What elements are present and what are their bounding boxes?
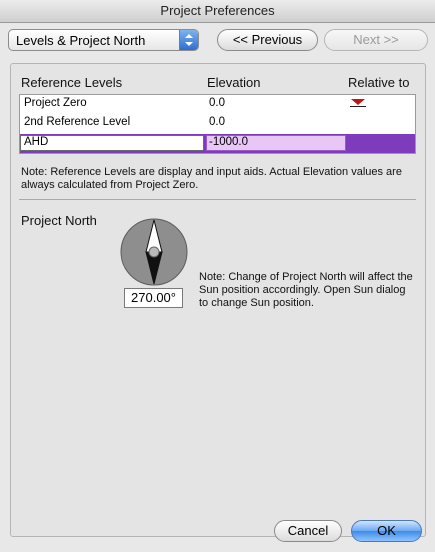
triangle-underline (350, 106, 366, 107)
cancel-button[interactable]: Cancel (274, 520, 342, 542)
section-popup-label: Levels & Project North (16, 33, 146, 48)
project-north-note: Note: Change of Project North will affec… (199, 271, 413, 309)
window-title: Project Preferences (0, 0, 435, 23)
compass-icon[interactable] (119, 217, 189, 287)
level-name: 2nd Reference Level (24, 116, 131, 128)
divider (19, 199, 416, 200)
down-triangle-icon[interactable] (351, 99, 365, 105)
level-name-field[interactable]: AHD (20, 135, 204, 151)
elevation-header: Elevation (207, 75, 261, 90)
project-north-label: Project North (21, 213, 97, 228)
reference-levels-note: Note: Reference Levels are display and i… (21, 166, 402, 191)
previous-button[interactable]: << Previous (217, 29, 318, 51)
level-elevation: 0.0 (209, 116, 225, 128)
relative-to-header: Relative to (348, 75, 410, 90)
level-elevation: -1000.0 (209, 136, 249, 148)
table-row-selected[interactable]: AHD -1000.0 (20, 134, 415, 153)
level-name: AHD (24, 136, 49, 148)
ok-button[interactable]: OK (351, 520, 422, 542)
reference-levels-header: Reference Levels (21, 75, 123, 90)
elevation-field[interactable]: -1000.0 (206, 135, 346, 151)
section-popup[interactable]: Levels & Project North (8, 29, 199, 51)
updown-arrows-icon (179, 30, 198, 50)
level-elevation: 0.0 (209, 97, 225, 109)
next-button[interactable]: Next >> (324, 29, 428, 51)
table-row[interactable]: 2nd Reference Level 0.0 (20, 114, 415, 133)
level-name: Project Zero (24, 97, 87, 109)
north-angle-field[interactable]: 270.00° (124, 288, 183, 308)
